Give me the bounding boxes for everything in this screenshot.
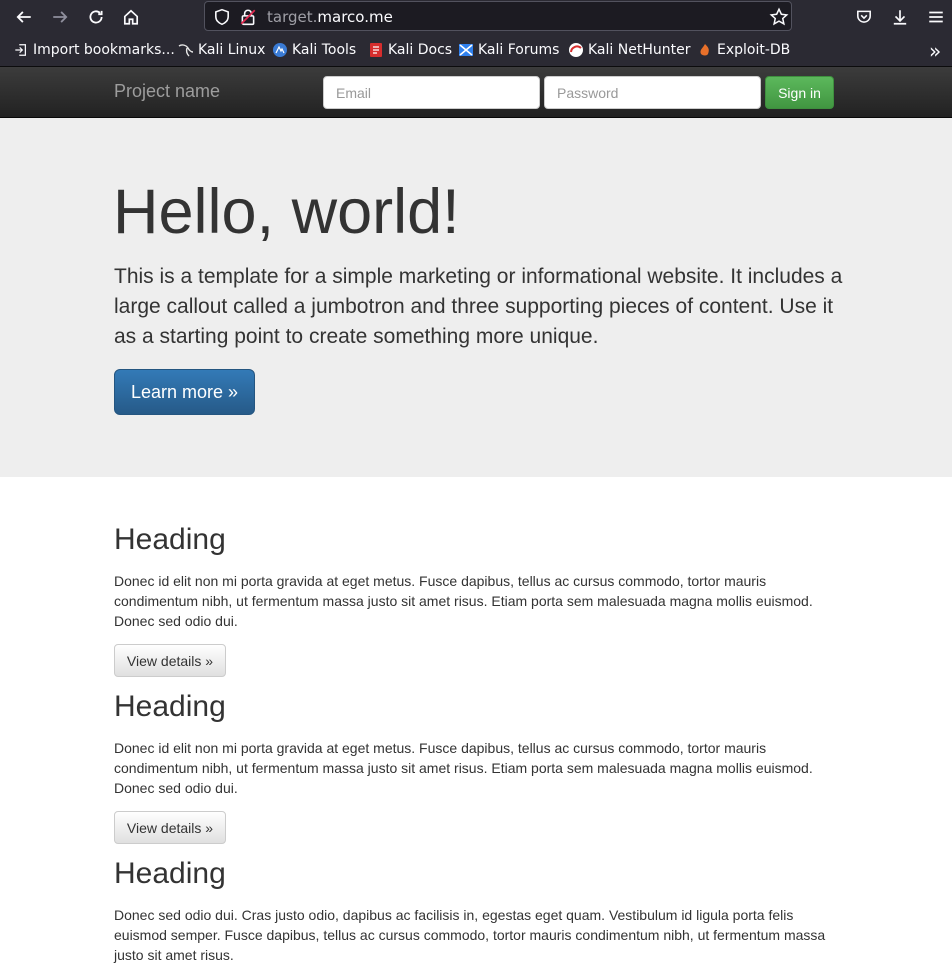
nethunter-icon <box>568 42 584 58</box>
jumbotron-text: This is a template for a simple marketin… <box>114 265 843 348</box>
bookmark-label: Kali Docs <box>388 42 453 58</box>
column-heading: Heading <box>114 523 226 556</box>
url-domain: marco.me <box>317 8 393 26</box>
url-bar[interactable]: target.marco.me <box>204 1 792 31</box>
url-text: target.marco.me <box>267 8 393 26</box>
bookmark-kali-docs[interactable]: Kali Docs <box>368 42 452 58</box>
kali-forums-icon <box>458 42 474 58</box>
exploit-db-icon <box>697 42 713 58</box>
learn-more-button[interactable]: Learn more » <box>114 369 255 415</box>
download-icon[interactable] <box>887 4 913 30</box>
home-icon[interactable] <box>118 4 144 30</box>
navbar-brand[interactable]: Project name <box>114 81 220 102</box>
kali-dragon-icon <box>178 42 194 58</box>
column-text: Donec id elit non mi porta gravida at eg… <box>114 573 813 629</box>
bookmarks-toolbar: Import bookmarks... Kali Linux Kali Tool… <box>0 34 952 67</box>
jumbotron-title: Hello, world! <box>113 177 460 247</box>
column-heading: Heading <box>114 857 226 890</box>
forward-arrow-icon[interactable] <box>47 4 73 30</box>
back-arrow-icon[interactable] <box>11 4 37 30</box>
bookmark-label: Kali Forums <box>478 42 560 58</box>
bookmark-import[interactable]: Import bookmarks... <box>13 42 175 58</box>
bookmarks-overflow-chevron-icon[interactable]: » <box>929 39 941 63</box>
jumbotron: Hello, world! This is a template for a s… <box>0 118 952 477</box>
pocket-icon[interactable] <box>851 4 877 30</box>
content-column: Heading Donec id elit non mi porta gravi… <box>114 523 834 677</box>
kali-tools-icon <box>272 42 288 58</box>
content-column: Heading Donec id elit non mi porta gravi… <box>114 690 834 844</box>
email-input[interactable] <box>323 76 540 109</box>
url-subdomain: target. <box>267 8 318 26</box>
view-details-button[interactable]: View details » <box>114 811 226 844</box>
content-column: Heading Donec sed odio dui. Cras justo o… <box>114 857 834 965</box>
shield-icon[interactable] <box>213 8 231 26</box>
column-heading: Heading <box>114 690 226 723</box>
bookmark-kali-tools[interactable]: Kali Tools <box>272 42 356 58</box>
bookmark-label: Exploit-DB <box>717 42 791 58</box>
reload-icon[interactable] <box>83 4 109 30</box>
kali-docs-icon <box>368 42 384 58</box>
sign-in-button[interactable]: Sign in <box>765 76 834 109</box>
bookmark-kali-forums[interactable]: Kali Forums <box>458 42 559 58</box>
bookmark-label: Kali Linux <box>198 42 266 58</box>
bookmark-star-icon[interactable] <box>769 7 789 27</box>
password-input[interactable] <box>544 76 761 109</box>
menu-icon[interactable] <box>923 4 949 30</box>
browser-toolbar: target.marco.me <box>0 0 952 34</box>
bookmark-label: Import bookmarks... <box>33 42 175 58</box>
view-details-button[interactable]: View details » <box>114 644 226 677</box>
column-text: Donec id elit non mi porta gravida at eg… <box>114 740 813 796</box>
bookmark-label: Kali Tools <box>292 42 357 58</box>
bookmark-kali-nethunter[interactable]: Kali NetHunter <box>568 42 690 58</box>
import-icon <box>13 42 29 58</box>
bookmark-label: Kali NetHunter <box>588 42 691 58</box>
bookmark-kali-linux[interactable]: Kali Linux <box>178 42 265 58</box>
column-text: Donec sed odio dui. Cras justo odio, dap… <box>114 907 826 963</box>
insecure-lock-icon[interactable] <box>239 8 257 26</box>
site-navbar: Project name Sign in <box>0 67 952 118</box>
bookmark-exploit-db[interactable]: Exploit-DB <box>697 42 790 58</box>
